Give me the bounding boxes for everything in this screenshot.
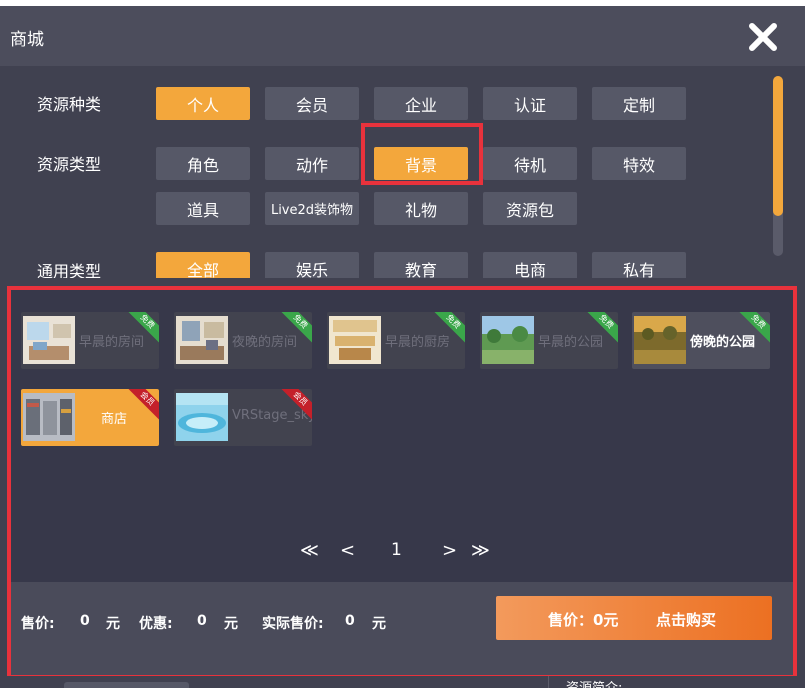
type-chip-prop[interactable]: 道具 [156, 192, 250, 225]
bottom-tab[interactable] [64, 682, 189, 688]
category-chip-custom[interactable]: 定制 [592, 87, 686, 120]
shop-window: 商城 资源种类 个人 会员 企业 认证 定制 资源类型 角色 动作 背景 待机 … [0, 6, 805, 688]
type-chip-gift[interactable]: 礼物 [374, 192, 468, 225]
category-chip-certified[interactable]: 认证 [483, 87, 577, 120]
category-chip-member[interactable]: 会员 [265, 87, 359, 120]
general-chip-private[interactable]: 私有 [592, 252, 686, 278]
type-chip-live2d-decoration[interactable]: Live2d装饰物 [265, 192, 359, 225]
type-chip-character[interactable]: 角色 [156, 147, 250, 180]
general-chip-entertainment[interactable]: 娱乐 [265, 252, 359, 278]
close-button[interactable] [742, 16, 784, 58]
window-title: 商城 [10, 30, 44, 50]
general-type-label: 通用类型 [37, 262, 102, 278]
bottom-divider [548, 676, 549, 688]
filter-scrollbar-thumb[interactable] [773, 76, 783, 216]
type-chip-resource-pack[interactable]: 资源包 [483, 192, 577, 225]
general-chip-education[interactable]: 教育 [374, 252, 468, 278]
highlight-item-panel [7, 286, 797, 679]
type-chip-motion[interactable]: 动作 [265, 147, 359, 180]
close-icon [749, 23, 777, 51]
resource-intro-label: 资源简介: [566, 677, 622, 688]
general-chip-all[interactable]: 全部 [156, 252, 250, 278]
general-chip-ecommerce[interactable]: 电商 [483, 252, 577, 278]
category-chip-enterprise[interactable]: 企业 [374, 87, 468, 120]
resource-category-label: 资源种类 [37, 95, 102, 114]
resource-type-label: 资源类型 [37, 155, 102, 174]
highlight-background-chip [361, 123, 483, 185]
type-chip-effect[interactable]: 特效 [592, 147, 686, 180]
category-chip-personal[interactable]: 个人 [156, 87, 250, 120]
title-bar: 商城 [0, 6, 805, 66]
type-chip-idle[interactable]: 待机 [483, 147, 577, 180]
